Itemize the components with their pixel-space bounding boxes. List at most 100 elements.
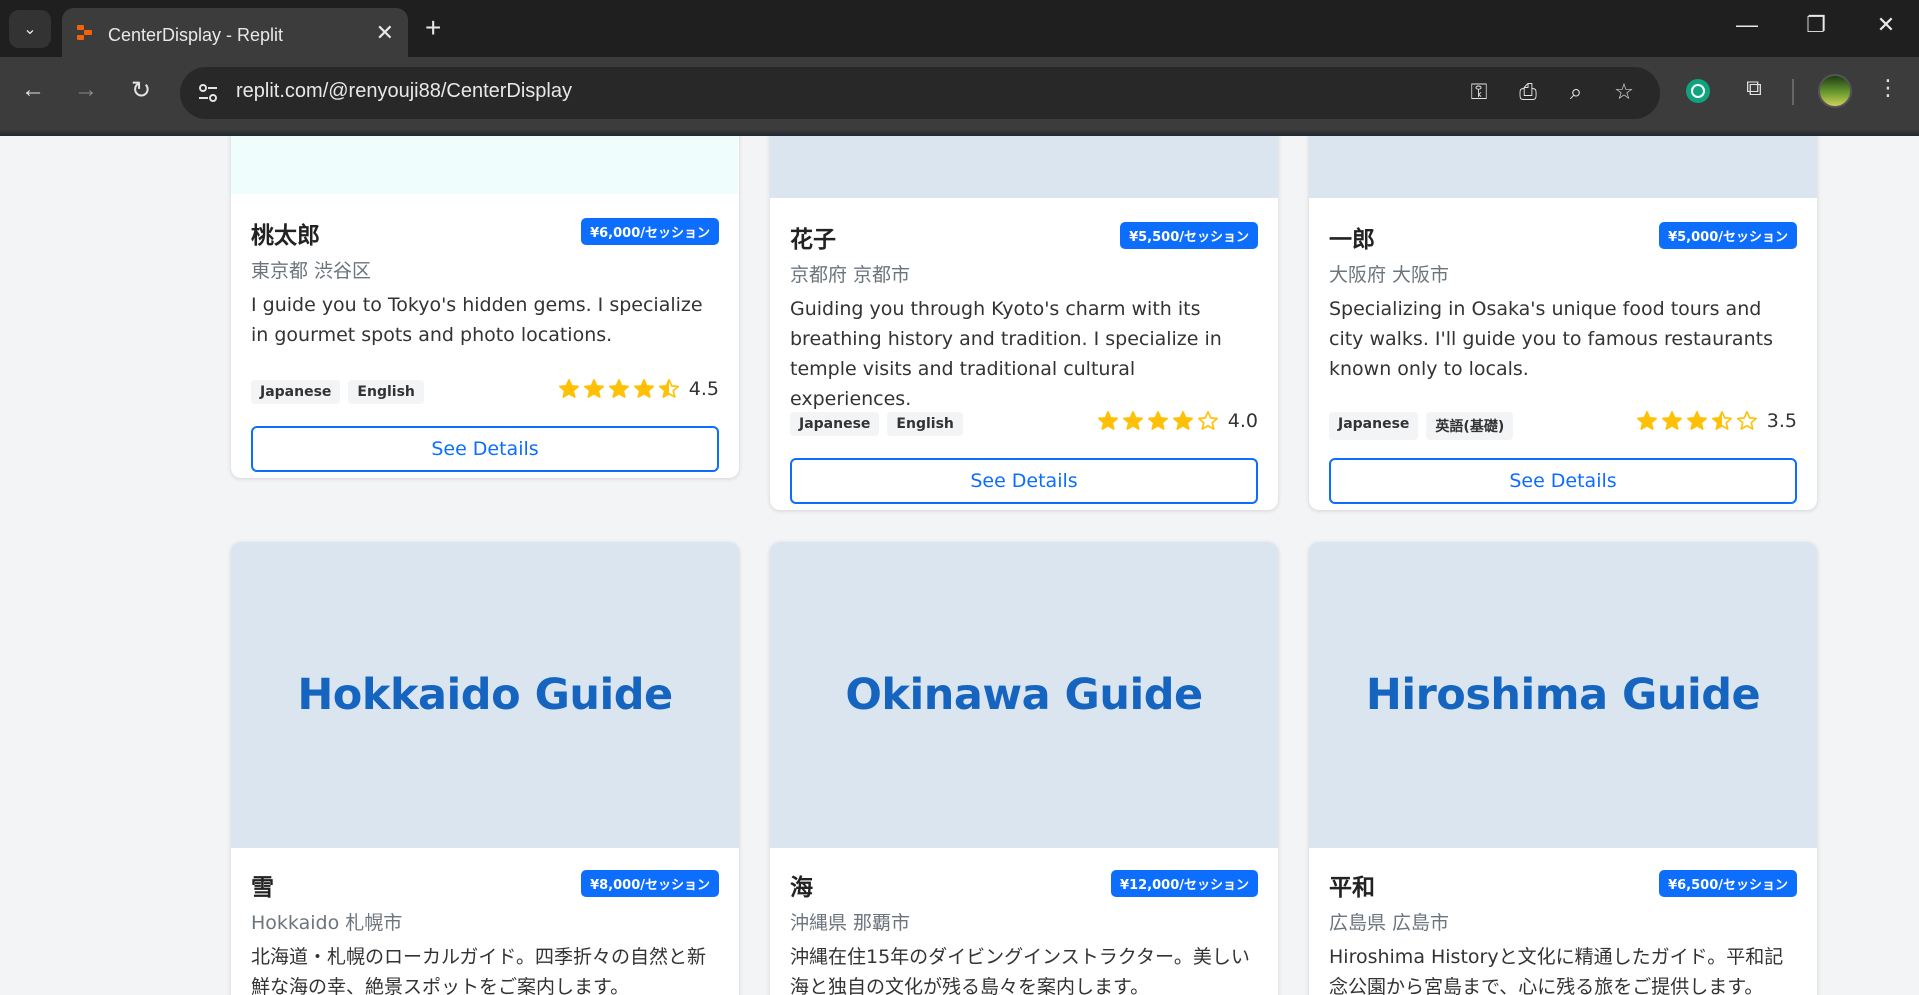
guide-card: Okinawa Guide 海 ¥12,000/セッション 沖縄県 那覇市 沖縄… <box>770 542 1278 995</box>
price-badge: ¥8,000/セッション <box>581 870 719 897</box>
guide-description: 北海道・札幌のローカルガイド。四季折々の自然と新鮮な海の幸、絶景スポットをご案内… <box>251 946 707 995</box>
page-viewport: 桃太郎 ¥6,000/セッション 東京都 渋谷区 I guide you to … <box>0 136 1919 995</box>
forward-icon[interactable]: → <box>68 76 104 104</box>
star-full-icon <box>1686 411 1707 430</box>
password-key-icon[interactable]: ⚿ <box>1464 79 1494 105</box>
install-app-icon[interactable]: ⎙ <box>1513 79 1543 105</box>
guide-card: 桃太郎 ¥6,000/セッション 東京都 渋谷区 I guide you to … <box>231 136 739 478</box>
back-icon[interactable]: ← <box>15 76 51 104</box>
guide-image: Hokkaido Guide <box>231 542 739 848</box>
browser-tab[interactable]: CenterDisplay - Replit ✕ <box>62 8 408 57</box>
guide-image: Okinawa Guide <box>770 542 1278 848</box>
star-full-icon <box>583 379 604 398</box>
toolbar-divider <box>1792 79 1794 105</box>
price-badge: ¥6,000/セッション <box>581 218 719 245</box>
rating-value: 3.5 <box>1766 410 1797 432</box>
star-full-icon <box>608 379 629 398</box>
guide-location: 東京都 渋谷区 <box>251 260 372 282</box>
guide-description: Hiroshima Historyと文化に精通したガイド。平和記念公園から宮島ま… <box>1329 946 1784 995</box>
language-tags: Japanese English <box>251 380 424 404</box>
guide-card: Hokkaido Guide 雪 ¥8,000/セッション Hokkaido 札… <box>231 542 739 995</box>
star-full-icon <box>1172 411 1193 430</box>
language-tag: Japanese <box>790 412 880 436</box>
chevron-down-icon: ⌄ <box>23 21 37 38</box>
minimize-icon[interactable]: — <box>1727 12 1767 38</box>
guide-name: 海 <box>790 875 813 901</box>
guide-image <box>770 136 1278 198</box>
guide-image-text: Hiroshima Guide <box>1365 670 1761 720</box>
restore-icon[interactable]: ❐ <box>1796 12 1836 38</box>
star-full-icon <box>1097 411 1118 430</box>
bookmark-star-icon[interactable]: ☆ <box>1609 79 1639 105</box>
tab-close-icon[interactable]: ✕ <box>376 20 394 46</box>
see-details-button[interactable]: See Details <box>1329 458 1797 504</box>
guide-location: 沖縄県 那覇市 <box>790 912 911 934</box>
star-half-icon <box>1711 411 1732 430</box>
guide-name: 花子 <box>790 227 836 253</box>
guide-card: Hiroshima Guide 平和 ¥6,500/セッション 広島県 広島市 … <box>1309 542 1817 995</box>
guide-image-text: Okinawa Guide <box>845 670 1203 720</box>
language-tag: English <box>348 380 424 404</box>
guide-name: 雪 <box>251 875 274 901</box>
price-badge: ¥12,000/セッション <box>1111 870 1258 897</box>
guide-description: Guiding you through Kyoto's charm with i… <box>790 298 1222 410</box>
guide-description: Specializing in Osaka's unique food tour… <box>1329 298 1773 380</box>
language-tags: Japanese 英語(基礎) <box>1329 412 1514 440</box>
language-tags: Japanese English <box>790 412 963 436</box>
star-full-icon <box>1636 411 1657 430</box>
reload-icon[interactable]: ↻ <box>123 76 159 105</box>
guide-location: Hokkaido 札幌市 <box>251 912 403 934</box>
tab-search-button[interactable]: ⌄ <box>9 10 51 48</box>
price-badge: ¥6,500/セッション <box>1659 870 1797 897</box>
toolbar-bottom-edge <box>0 129 1919 136</box>
guide-name: 平和 <box>1329 875 1375 901</box>
guide-description: 沖縄在住15年のダイビングインストラクター。美しい海と独自の文化が残る島々を案内… <box>790 946 1250 995</box>
address-bar[interactable]: replit.com/@renyouji88/CenterDisplay ⚿ ⎙… <box>180 67 1660 119</box>
see-details-button[interactable]: See Details <box>790 458 1258 504</box>
guide-image <box>231 136 739 194</box>
close-window-icon[interactable]: ✕ <box>1866 12 1906 38</box>
extensions-puzzle-icon[interactable]: ⧉ <box>1738 75 1770 107</box>
zoom-icon[interactable]: ⌕ <box>1561 79 1591 105</box>
guide-description: I guide you to Tokyo's hidden gems. I sp… <box>251 294 703 346</box>
guide-name: 一郎 <box>1329 227 1375 253</box>
price-badge: ¥5,000/セッション <box>1659 222 1797 249</box>
guide-location: 京都府 京都市 <box>790 264 911 286</box>
guide-name: 桃太郎 <box>251 223 320 249</box>
rating: 3.5 <box>1636 410 1797 432</box>
language-tag: English <box>887 412 963 436</box>
see-details-button[interactable]: See Details <box>251 426 719 472</box>
guide-image-text: Hokkaido Guide <box>297 670 673 720</box>
star-empty-icon <box>1197 411 1218 430</box>
language-tag: Japanese <box>1329 412 1419 440</box>
star-empty-icon <box>1736 411 1757 430</box>
guide-card: 一郎 ¥5,000/セッション 大阪府 大阪市 Specializing in … <box>1309 136 1817 510</box>
price-badge: ¥5,500/セッション <box>1120 222 1258 249</box>
star-full-icon <box>1661 411 1682 430</box>
browser-toolbar: ← → ↻ replit.com/@renyouji88/CenterDispl… <box>0 57 1919 129</box>
url-text: replit.com/@renyouji88/CenterDisplay <box>236 80 572 102</box>
menu-kebab-icon[interactable]: ⋮ <box>1872 75 1904 107</box>
rating: 4.0 <box>1097 410 1258 432</box>
guide-card: 花子 ¥5,500/セッション 京都府 京都市 Guiding you thro… <box>770 136 1278 510</box>
guide-image <box>1309 136 1817 198</box>
star-full-icon <box>1122 411 1143 430</box>
profile-avatar[interactable] <box>1818 74 1852 108</box>
language-tag: 英語(基礎) <box>1426 412 1514 440</box>
rating-stars <box>1097 410 1222 432</box>
site-info-icon[interactable] <box>196 81 220 105</box>
rating-stars <box>558 378 683 400</box>
new-tab-icon[interactable]: + <box>425 12 441 44</box>
star-full-icon <box>633 379 654 398</box>
language-tag: Japanese <box>251 380 341 404</box>
guide-location: 大阪府 大阪市 <box>1329 264 1450 286</box>
replit-favicon-icon <box>77 25 92 40</box>
browser-tab-bar: ⌄ CenterDisplay - Replit ✕ + — ❐ ✕ <box>0 0 1919 57</box>
rating-value: 4.0 <box>1227 410 1258 432</box>
star-full-icon <box>558 379 579 398</box>
chatgpt-extension-icon[interactable] <box>1682 75 1714 107</box>
guide-image: Hiroshima Guide <box>1309 542 1817 848</box>
tab-title: CenterDisplay - Replit <box>108 25 284 45</box>
rating-value: 4.5 <box>688 378 719 400</box>
rating-stars <box>1636 410 1761 432</box>
